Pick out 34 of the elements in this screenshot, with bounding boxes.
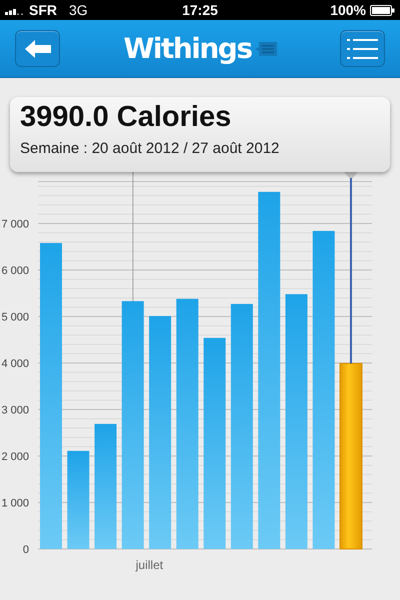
y-axis-label: 5 000 bbox=[1, 312, 29, 324]
selected-bar[interactable] bbox=[339, 362, 362, 550]
speech-bubble-icon bbox=[254, 42, 277, 56]
calories-value: 3990.0 Calories bbox=[20, 101, 232, 134]
y-axis-label: 7 000 bbox=[1, 218, 29, 230]
bar[interactable] bbox=[94, 424, 117, 549]
menu-icon bbox=[346, 38, 378, 60]
clock: 17:25 bbox=[182, 2, 218, 18]
network-type: 3G bbox=[69, 2, 88, 18]
bar[interactable] bbox=[40, 243, 62, 549]
bar[interactable] bbox=[149, 316, 172, 549]
bar[interactable] bbox=[176, 298, 198, 549]
battery-icon bbox=[370, 4, 395, 16]
y-axis-label: 0 bbox=[22, 544, 29, 556]
bar[interactable] bbox=[204, 338, 226, 549]
app-title: Withings bbox=[123, 32, 252, 65]
bar[interactable] bbox=[122, 301, 144, 549]
bar[interactable] bbox=[312, 230, 335, 549]
left-arrow-icon bbox=[24, 40, 50, 58]
y-axis-label: 2 000 bbox=[1, 451, 29, 463]
y-axis-label: 6 000 bbox=[1, 265, 29, 277]
bar[interactable] bbox=[258, 192, 280, 549]
y-axis-label: 4 000 bbox=[1, 358, 29, 370]
bar[interactable] bbox=[285, 294, 308, 549]
back-button[interactable] bbox=[15, 30, 60, 67]
menu-button[interactable] bbox=[340, 30, 385, 67]
y-axis-label: 3 000 bbox=[1, 404, 29, 416]
month-label: juillet bbox=[136, 558, 164, 572]
bar[interactable] bbox=[67, 450, 90, 549]
bar[interactable] bbox=[230, 304, 253, 549]
carrier-name: SFR bbox=[29, 2, 57, 18]
battery-percent: 100% bbox=[330, 2, 366, 18]
week-range: Semaine : 20 août 2012 / 27 août 2012 bbox=[20, 140, 280, 157]
y-axis-label: 1 000 bbox=[1, 498, 29, 510]
